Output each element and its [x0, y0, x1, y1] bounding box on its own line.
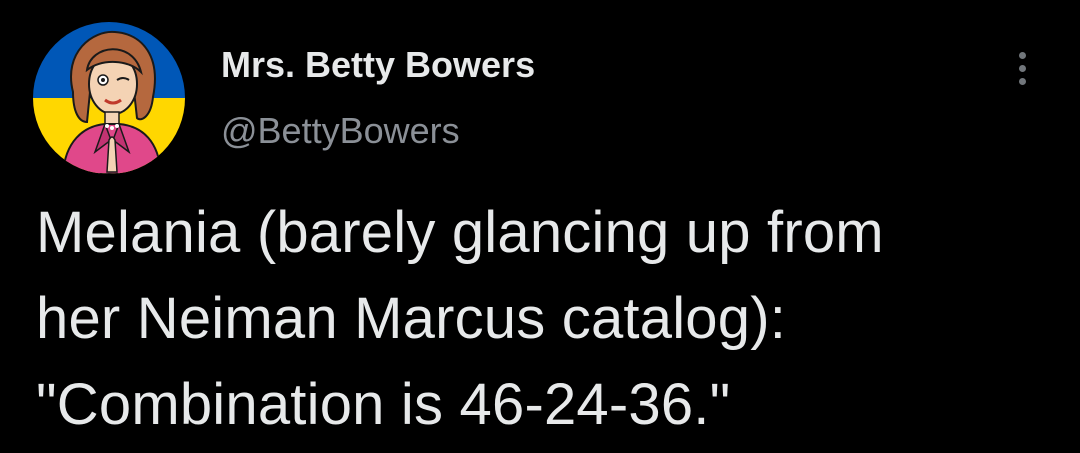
avatar[interactable]: [33, 22, 185, 174]
tweet-text-line: "Combination is 46-24-36.": [36, 372, 731, 437]
more-options-button[interactable]: [1004, 44, 1040, 92]
more-options-icon-dot: [1018, 64, 1026, 72]
tweet-text-line: Melania (barely glancing up from: [36, 200, 884, 265]
tweet-card: Mrs. Betty Bowers @BettyBowers Melania (…: [0, 0, 1080, 453]
author-handle[interactable]: @BettyBowers: [221, 110, 460, 152]
tweet-text-line: her Neiman Marcus catalog):: [36, 286, 787, 351]
more-options-icon: [1018, 51, 1026, 59]
more-options-icon-dot: [1018, 77, 1026, 85]
tweet-text: Melania (barely glancing up from her Nei…: [36, 190, 1056, 448]
author-display-name[interactable]: Mrs. Betty Bowers: [221, 44, 535, 86]
cartoon-woman-avatar-icon: [33, 22, 185, 174]
